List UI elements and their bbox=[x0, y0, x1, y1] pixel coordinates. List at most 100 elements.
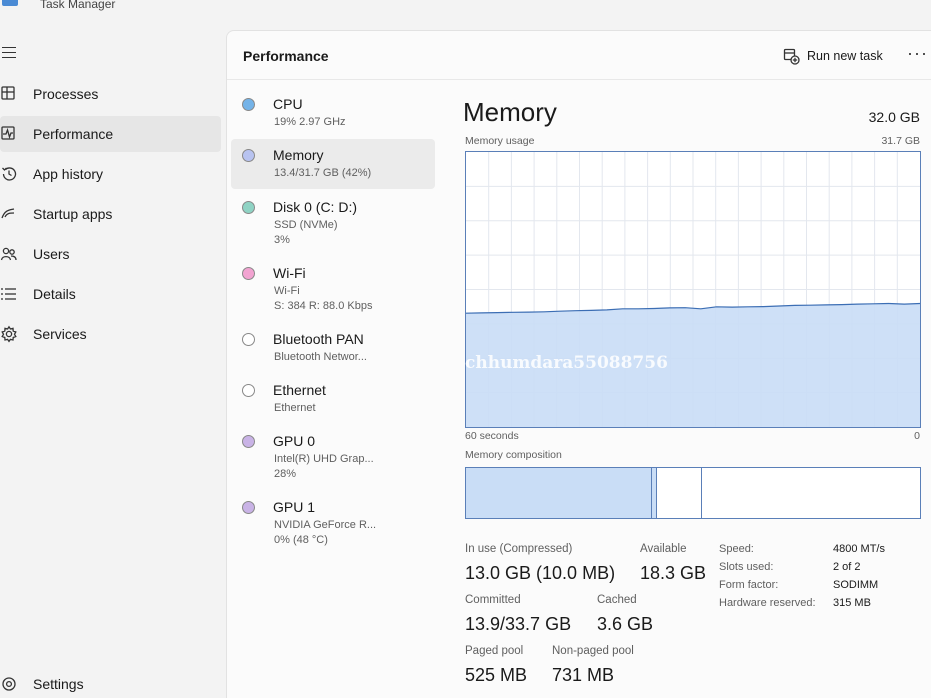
memory-usage-max: 31.7 GB bbox=[881, 135, 920, 147]
processes-icon bbox=[1, 86, 15, 100]
gpu0-status-dot-icon bbox=[242, 435, 255, 448]
device-ethernet[interactable]: Ethernet Ethernet bbox=[231, 374, 435, 420]
disk-status-dot-icon bbox=[242, 201, 255, 214]
performance-icon bbox=[1, 126, 15, 140]
nav-label: Startup apps bbox=[33, 206, 113, 222]
device-name: Memory bbox=[273, 147, 324, 163]
device-name: CPU bbox=[273, 96, 303, 112]
nav-item-details[interactable]: Details bbox=[0, 276, 221, 312]
nav-item-processes[interactable]: Processes bbox=[0, 76, 221, 112]
app-history-icon bbox=[2, 167, 17, 181]
memory-usage-graph bbox=[465, 151, 921, 428]
paged-pool-value: 525 MB bbox=[465, 665, 528, 685]
nav-label: Processes bbox=[33, 86, 99, 102]
device-detail: Wi-Fi bbox=[274, 285, 300, 297]
memory-composition-bar bbox=[465, 467, 921, 519]
usage-area bbox=[466, 303, 920, 427]
memory-usage-chart bbox=[466, 152, 920, 427]
in-use-label: In use (Compressed) bbox=[465, 543, 573, 555]
cached-value: 3.6 GB bbox=[597, 614, 654, 634]
speed-value: 4800 MT/s bbox=[833, 543, 885, 555]
nav-label: Services bbox=[33, 326, 87, 342]
non-paged-pool-label: Non-paged pool bbox=[552, 645, 634, 657]
device-bluetooth-pan[interactable]: Bluetooth PAN Bluetooth Networ... bbox=[231, 323, 435, 369]
nav-label: Users bbox=[33, 246, 70, 262]
device-detail: 28% bbox=[274, 468, 297, 480]
device-memory[interactable]: Memory 13.4/31.7 GB (42%) bbox=[231, 139, 435, 189]
device-detail: 13.4/31.7 GB (42%) bbox=[274, 167, 372, 179]
wifi-status-dot-icon bbox=[242, 267, 255, 280]
device-gpu-0[interactable]: GPU 0 Intel(R) UHD Grap... 28% bbox=[231, 425, 435, 485]
hamburger-menu-icon[interactable] bbox=[2, 44, 18, 60]
device-gpu-1[interactable]: GPU 1 NVIDIA GeForce R... 0% (48 °C) bbox=[231, 491, 435, 551]
nav-item-app-history[interactable]: App history bbox=[0, 156, 221, 192]
performance-panel: Performance Run new task ··· CPU 19% 2.9… bbox=[226, 30, 931, 698]
device-wifi[interactable]: Wi-Fi Wi-Fi S: 384 R: 88.0 Kbps bbox=[231, 257, 435, 317]
nav-label: Performance bbox=[33, 126, 114, 142]
device-name: GPU 1 bbox=[273, 499, 316, 515]
in-use-segment bbox=[466, 468, 653, 518]
nav-item-services[interactable]: Services bbox=[0, 316, 221, 352]
committed-value: 13.9/33.7 GB bbox=[465, 614, 572, 634]
device-detail: 3% bbox=[274, 234, 290, 246]
run-new-task-button[interactable]: Run new task bbox=[783, 46, 883, 66]
device-name: Bluetooth PAN bbox=[273, 331, 364, 347]
device-cpu[interactable]: CPU 19% 2.97 GHz bbox=[231, 89, 435, 137]
device-name: Disk 0 (C: D:) bbox=[273, 199, 357, 215]
memory-composition-label: Memory composition bbox=[465, 449, 562, 461]
nav-item-startup-apps[interactable]: Startup apps bbox=[0, 196, 221, 232]
memory-status-dot-icon bbox=[242, 149, 255, 162]
graph-time-left: 60 seconds bbox=[465, 430, 519, 442]
hardware-reserved-value: 315 MB bbox=[833, 597, 871, 609]
device-detail: Intel(R) UHD Grap... bbox=[274, 453, 374, 465]
nav-label: Settings bbox=[33, 676, 84, 692]
memory-title: Memory bbox=[463, 97, 557, 127]
slots-used-label: Slots used: bbox=[719, 561, 774, 573]
services-icon bbox=[1, 325, 17, 343]
device-disk-0[interactable]: Disk 0 (C: D:) SSD (NVMe) 3% bbox=[231, 191, 435, 251]
available-value: 18.3 GB bbox=[640, 563, 707, 583]
memory-total: 32.0 GB bbox=[868, 109, 920, 125]
non-paged-pool-value: 731 MB bbox=[552, 665, 615, 685]
page-title: Performance bbox=[243, 48, 329, 64]
device-detail: 19% 2.97 GHz bbox=[274, 116, 346, 128]
cached-label: Cached bbox=[597, 594, 637, 606]
device-detail: Ethernet bbox=[274, 402, 316, 414]
in-use-value: 13.0 GB (10.0 MB) bbox=[465, 563, 616, 583]
committed-label: Committed bbox=[465, 594, 521, 606]
title-bar: Task Manager bbox=[0, 0, 931, 22]
task-manager-logo-icon bbox=[2, 0, 18, 6]
standby-segment bbox=[656, 468, 703, 518]
details-icon bbox=[1, 288, 16, 300]
paged-pool-label: Paged pool bbox=[465, 645, 524, 657]
slots-used-value: 2 of 2 bbox=[833, 561, 861, 573]
settings-gear-icon bbox=[2, 677, 16, 691]
performance-header: Performance Run new task ··· bbox=[227, 31, 931, 80]
nav-label: Details bbox=[33, 286, 76, 302]
memory-usage-label: Memory usage bbox=[465, 135, 535, 147]
available-label: Available bbox=[640, 543, 687, 555]
users-icon bbox=[0, 247, 17, 261]
bluetooth-status-dot-icon bbox=[242, 333, 255, 346]
nav-item-users[interactable]: Users bbox=[0, 236, 221, 272]
device-name: GPU 0 bbox=[273, 433, 316, 449]
nav-item-settings[interactable]: Settings bbox=[0, 666, 221, 698]
nav-label: App history bbox=[33, 166, 104, 182]
startup-apps-icon bbox=[1, 208, 15, 219]
cpu-status-dot-icon bbox=[242, 98, 255, 111]
device-detail: Bluetooth Networ... bbox=[274, 351, 367, 363]
device-detail: NVIDIA GeForce R... bbox=[274, 519, 377, 531]
device-detail: 0% (48 °C) bbox=[274, 534, 328, 546]
form-factor-value: SODIMM bbox=[833, 579, 879, 591]
device-detail: S: 384 R: 88.0 Kbps bbox=[274, 300, 373, 312]
more-options-button[interactable]: ··· bbox=[907, 44, 927, 65]
app-title: Task Manager bbox=[40, 0, 116, 11]
form-factor-label: Form factor: bbox=[719, 579, 779, 591]
run-new-task-label: Run new task bbox=[807, 49, 883, 63]
speed-label: Speed: bbox=[719, 543, 754, 555]
hardware-reserved-label: Hardware reserved: bbox=[719, 597, 816, 609]
gpu1-status-dot-icon bbox=[242, 501, 255, 514]
device-detail: SSD (NVMe) bbox=[274, 219, 338, 231]
run-new-task-icon bbox=[783, 48, 800, 65]
nav-item-performance[interactable]: Performance bbox=[0, 116, 221, 152]
